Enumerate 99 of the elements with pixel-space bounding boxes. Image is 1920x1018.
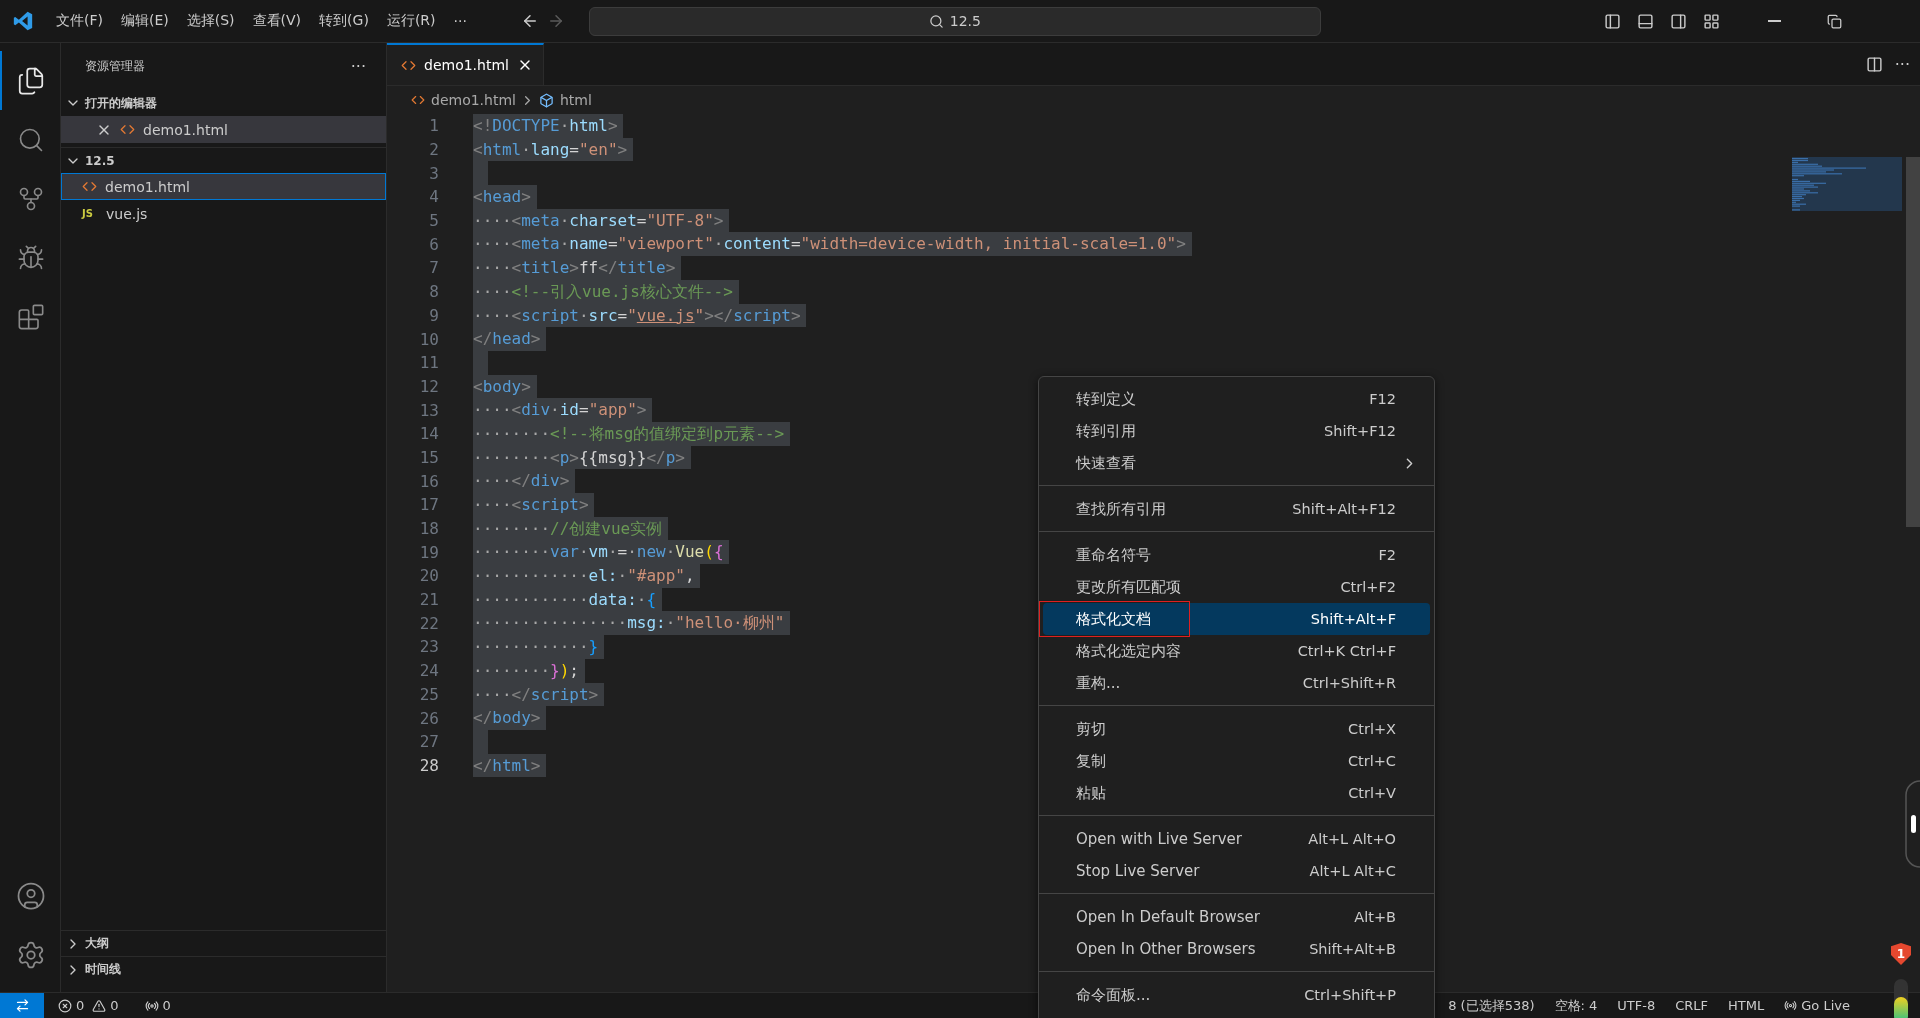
line-number: 16 — [418, 471, 439, 491]
menu-item[interactable]: 查找所有引用 Shift+Alt+F12 — [1043, 493, 1430, 525]
line-number: 18 — [418, 519, 439, 539]
line-number: 20 — [418, 566, 439, 586]
menu-item[interactable]: 运行(R) — [378, 8, 444, 34]
app-logo-icon — [12, 10, 34, 32]
line-number: 13 — [418, 400, 439, 420]
file-type-label: JS — [82, 208, 94, 219]
line-number: 3 — [428, 163, 439, 183]
line-number: 10 — [418, 329, 439, 349]
line-number: 11 — [418, 353, 439, 373]
breadcrumb-item[interactable]: html — [538, 92, 592, 108]
menu-item[interactable]: 快速查看 — [1043, 447, 1430, 479]
line-number: 6 — [428, 234, 439, 254]
broadcast-icon — [1784, 999, 1798, 1012]
menu-item[interactable]: 重构... Ctrl+Shift+R — [1043, 667, 1430, 699]
line-number: 12 — [418, 376, 439, 396]
status-item[interactable]: CRLF — [1665, 998, 1719, 1013]
menu-item[interactable]: 转到(G) — [311, 8, 377, 34]
line-number: 19 — [418, 542, 439, 562]
more-menu[interactable]: ··· — [445, 9, 475, 33]
status-item[interactable]: 8 (已选择538) — [1438, 996, 1545, 1015]
file-item[interactable]: demo1.html — [61, 173, 386, 200]
editor-tab[interactable]: demo1.html — [387, 43, 544, 85]
menu-item[interactable]: 粘贴 Ctrl+V — [1043, 777, 1430, 809]
cube-icon — [538, 92, 554, 108]
menu-item[interactable]: 重命名符号 F2 — [1043, 539, 1430, 571]
ports-button[interactable]: 0 — [136, 998, 179, 1013]
menu-item[interactable]: 更改所有匹配项 Ctrl+F2 — [1043, 571, 1430, 603]
code-icon — [411, 93, 425, 107]
panel-bottom-icon — [1637, 12, 1654, 30]
line-number: 2 — [428, 140, 439, 160]
status-item[interactable]: HTML — [1718, 998, 1775, 1013]
menu-item[interactable]: 格式化选定内容 Ctrl+K Ctrl+F — [1043, 635, 1430, 667]
breadcrumb-item[interactable]: demo1.html — [411, 92, 516, 108]
line-number: 27 — [418, 732, 439, 752]
menu-item[interactable]: 转到引用 Shift+F12 — [1043, 415, 1430, 447]
problems-button[interactable]: 0 0 — [50, 998, 127, 1013]
menu-item[interactable]: 转到定义 F12 — [1043, 383, 1430, 415]
split-icon — [1865, 55, 1883, 73]
settings-icon — [16, 939, 46, 970]
menu-item[interactable]: 查看(V) — [244, 8, 310, 34]
account-icon — [16, 880, 46, 911]
panel-left-icon — [1604, 12, 1621, 30]
code-icon — [120, 122, 135, 137]
menu-item[interactable]: 文件(F) — [48, 8, 111, 34]
remote-icon — [14, 998, 30, 1013]
line-number: 4 — [428, 187, 439, 207]
warning-icon — [92, 998, 107, 1013]
minimize-icon — [1768, 20, 1781, 22]
line-number: 26 — [418, 708, 439, 728]
line-number: 21 — [418, 590, 439, 610]
line-number: 1 — [428, 116, 439, 136]
menu-item[interactable]: 选择(S) — [178, 8, 243, 34]
menu-item[interactable]: 编辑(E) — [113, 8, 177, 34]
status-item[interactable]: Go Live — [1774, 998, 1860, 1013]
shield-badge[interactable]: 1 — [1891, 943, 1911, 965]
menu-item[interactable]: Stop Live Server Alt+L Alt+C — [1043, 855, 1430, 887]
broadcast-icon — [144, 998, 159, 1013]
line-number: 22 — [418, 613, 439, 633]
panel-right-icon — [1670, 12, 1687, 30]
menu-item[interactable]: Open In Other Browsers Shift+Alt+B — [1043, 933, 1430, 965]
section-header[interactable]: 大纲 — [61, 930, 386, 956]
line-number: 5 — [428, 211, 439, 231]
sidebar-title: 资源管理器 — [85, 58, 145, 75]
bug-icon — [17, 243, 45, 272]
restore-icon — [1827, 13, 1842, 29]
command-center[interactable]: 12.5 — [588, 6, 1321, 36]
code-icon — [82, 179, 97, 194]
menu-item[interactable]: Open with Live Server Alt+L Alt+O — [1043, 823, 1430, 855]
line-number: 15 — [418, 447, 439, 467]
more-button[interactable]: ··· — [1890, 43, 1914, 85]
blocks-icon — [17, 302, 45, 331]
file-item[interactable]: demo1.html — [61, 116, 386, 143]
line-number: 14 — [418, 424, 439, 444]
menu-item[interactable]: 复制 Ctrl+C — [1043, 745, 1430, 777]
scrollbar-thumb[interactable] — [1906, 157, 1920, 527]
error-icon — [58, 998, 72, 1013]
menu-item[interactable]: 命令面板... Ctrl+Shift+P — [1043, 979, 1430, 1011]
menu-item[interactable]: 剪切 Ctrl+X — [1043, 713, 1430, 745]
line-number: 7 — [428, 258, 439, 278]
files-icon — [16, 65, 46, 96]
search-icon — [928, 13, 944, 29]
section-header[interactable]: 打开的编辑器 — [61, 90, 386, 116]
line-number: 17 — [418, 495, 439, 515]
menu-item[interactable]: Open In Default Browser Alt+B — [1043, 901, 1430, 933]
status-item[interactable]: UTF-8 — [1607, 998, 1666, 1013]
line-number: 25 — [418, 684, 439, 704]
line-number: 9 — [428, 305, 439, 325]
line-number: 28 — [418, 755, 439, 775]
remote-button[interactable] — [0, 993, 44, 1018]
status-item[interactable]: 空格: 4 — [1544, 996, 1608, 1015]
line-number: 8 — [428, 282, 439, 302]
more-button[interactable]: ··· — [346, 57, 370, 76]
layout-grid-icon — [1703, 12, 1720, 30]
section-header[interactable]: 时间线 — [61, 956, 386, 982]
line-number: 24 — [418, 661, 439, 681]
line-number: 23 — [418, 637, 439, 657]
file-item[interactable]: JS vue.js — [61, 200, 386, 227]
